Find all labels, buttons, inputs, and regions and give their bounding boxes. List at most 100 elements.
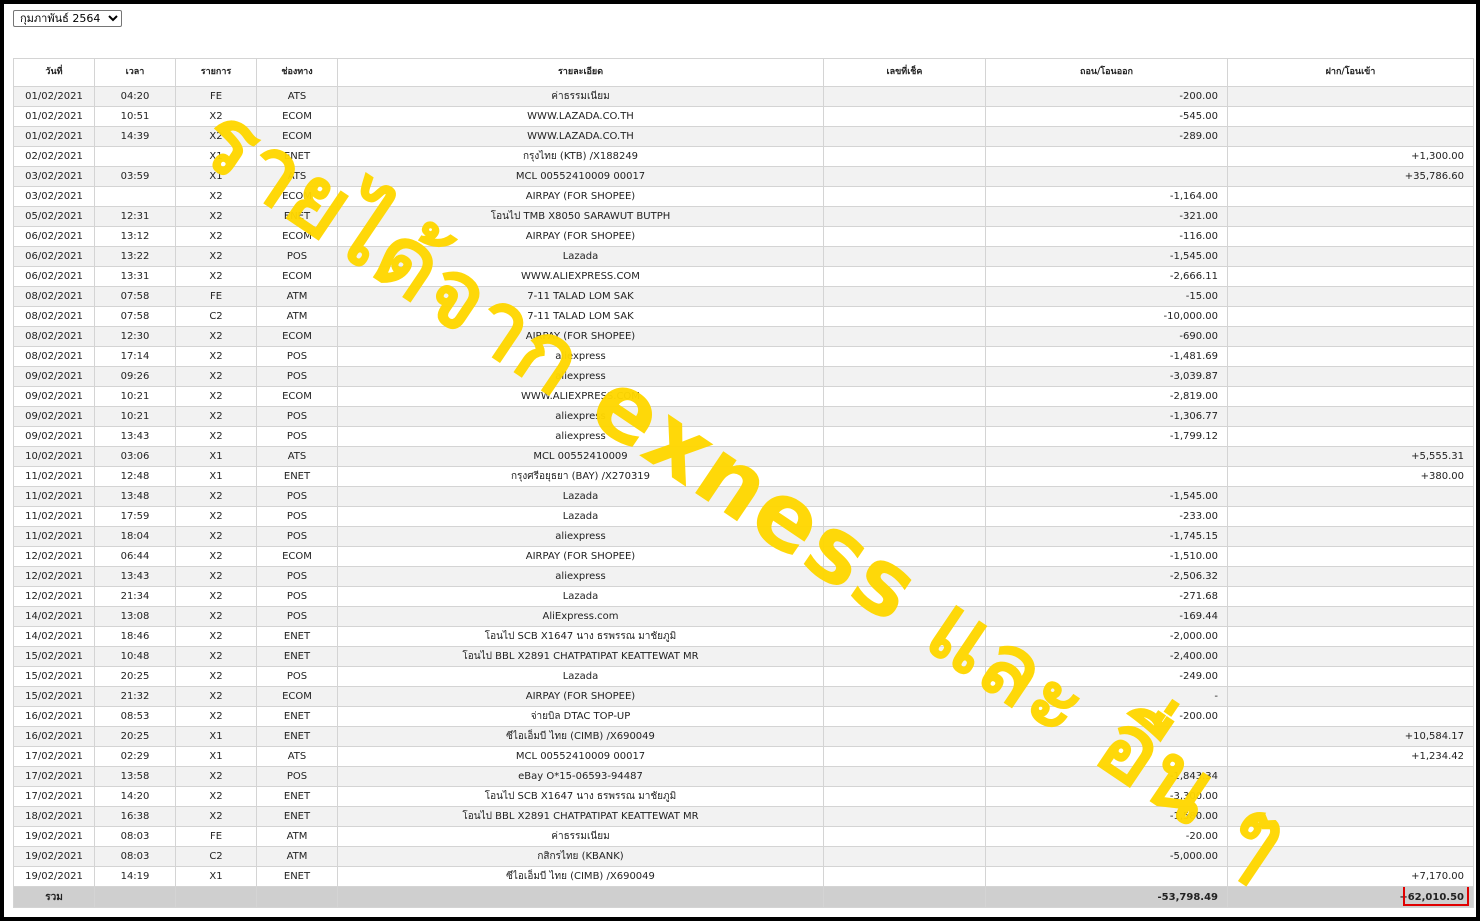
row-code: X2 [175, 546, 257, 567]
row-deposit [1227, 666, 1474, 687]
row-cheque [823, 86, 986, 107]
totals-label: รวม [13, 886, 95, 908]
row-channel: ENET [256, 466, 338, 487]
row-code: C2 [175, 846, 257, 867]
row-date: 18/02/2021 [13, 806, 95, 827]
row-detail: โอนไป SCB X1647 นาง ธรพรรณ มาชัยภูมิ [337, 626, 824, 647]
row-deposit [1227, 186, 1474, 207]
row-channel: ENET [256, 726, 338, 747]
row-time: 21:32 [94, 686, 176, 707]
row-channel: ENET [256, 646, 338, 667]
row-code: X2 [175, 786, 257, 807]
row-deposit [1227, 566, 1474, 587]
row-cheque [823, 546, 986, 567]
row-code: X2 [175, 386, 257, 407]
row-channel: POS [256, 606, 338, 627]
row-deposit [1227, 286, 1474, 307]
table-row: 10/02/2021 03:06 X1 ATS MCL 00552410009 +5,55… [13, 446, 1474, 467]
row-withdrawal: -15.00 [985, 286, 1228, 307]
row-detail: MCL 00552410009 00017 [337, 166, 824, 187]
row-detail: aliexpress [337, 346, 824, 367]
row-withdrawal [985, 166, 1228, 187]
month-select[interactable]: กุมภาพันธ์ 2564 [13, 10, 122, 27]
row-date: 14/02/2021 [13, 606, 95, 627]
row-withdrawal [985, 746, 1228, 767]
row-date: 10/02/2021 [13, 446, 95, 467]
row-time: 10:21 [94, 386, 176, 407]
row-date: 01/02/2021 [13, 86, 95, 107]
row-channel: ECOM [256, 186, 338, 207]
row-channel: POS [256, 506, 338, 527]
table-row: 18/02/2021 16:38 X2 ENET โอนไป BBL X2891 CHA… [13, 806, 1474, 827]
row-date: 01/02/2021 [13, 126, 95, 147]
row-date: 11/02/2021 [13, 526, 95, 547]
row-deposit [1227, 386, 1474, 407]
table-row: 15/02/2021 10:48 X2 ENET โอนไป BBL X2891 CHA… [13, 646, 1474, 667]
row-cheque [823, 126, 986, 147]
row-cheque [823, 206, 986, 227]
row-date: 08/02/2021 [13, 306, 95, 327]
row-time: 02:29 [94, 746, 176, 767]
row-cheque [823, 106, 986, 127]
row-deposit [1227, 786, 1474, 807]
row-time: 13:22 [94, 246, 176, 267]
statement-page: กุมภาพันธ์ 2564 วันที่ เวลา รายการ ช่องท… [4, 4, 1476, 917]
totals-empty [823, 886, 986, 908]
row-deposit [1227, 306, 1474, 327]
totals-row: รวม -53,798.49 +62,010.50 [13, 886, 1474, 908]
row-detail: AIRPAY (FOR SHOPEE) [337, 546, 824, 567]
row-detail: Lazada [337, 506, 824, 527]
row-time: 09:26 [94, 366, 176, 387]
row-date: 19/02/2021 [13, 866, 95, 887]
row-cheque [823, 186, 986, 207]
row-time: 08:03 [94, 826, 176, 847]
row-code: X2 [175, 426, 257, 447]
row-channel: ATS [256, 746, 338, 767]
row-time: 12:48 [94, 466, 176, 487]
row-channel: POS [256, 566, 338, 587]
row-detail: WWW.LAZADA.CO.TH [337, 126, 824, 147]
row-code: X2 [175, 666, 257, 687]
row-time: 04:20 [94, 86, 176, 107]
table-row: 03/02/2021 X2 ECOM AIRPAY (FOR SHOPEE) -1,16… [13, 186, 1474, 207]
row-withdrawal: -1,164.00 [985, 186, 1228, 207]
row-deposit [1227, 806, 1474, 827]
row-time: 07:58 [94, 286, 176, 307]
col-header-deposit: ฝาก/โอนเข้า [1227, 58, 1474, 87]
row-channel: ECOM [256, 546, 338, 567]
row-time: 18:04 [94, 526, 176, 547]
row-time: 12:31 [94, 206, 176, 227]
row-withdrawal: -200.00 [985, 86, 1228, 107]
row-time: 17:14 [94, 346, 176, 367]
row-date: 11/02/2021 [13, 466, 95, 487]
row-withdrawal: -116.00 [985, 226, 1228, 247]
table-row: 08/02/2021 17:14 X2 POS aliexpress -1,481.69 [13, 346, 1474, 367]
row-deposit [1227, 846, 1474, 867]
row-date: 03/02/2021 [13, 186, 95, 207]
row-withdrawal: -289.00 [985, 126, 1228, 147]
table-row: 15/02/2021 20:25 X2 POS Lazada -249.00 [13, 666, 1474, 687]
row-code: X2 [175, 226, 257, 247]
row-code: X2 [175, 186, 257, 207]
row-deposit [1227, 586, 1474, 607]
col-header-cheque: เลขที่เช็ค [823, 58, 986, 87]
row-withdrawal: -249.00 [985, 666, 1228, 687]
row-withdrawal: -20.00 [985, 826, 1228, 847]
row-code: C2 [175, 306, 257, 327]
row-date: 01/02/2021 [13, 106, 95, 127]
row-date: 15/02/2021 [13, 666, 95, 687]
row-detail: ค่าธรรมเนียม [337, 826, 824, 847]
row-detail: ค่าธรรมเนียม [337, 86, 824, 107]
row-cheque [823, 266, 986, 287]
row-cheque [823, 726, 986, 747]
row-deposit: +5,555.31 [1227, 446, 1474, 467]
row-detail: aliexpress [337, 406, 824, 427]
row-detail: aliexpress [337, 526, 824, 547]
col-header-date: วันที่ [13, 58, 95, 87]
row-deposit [1227, 346, 1474, 367]
row-time: 08:53 [94, 706, 176, 727]
row-code: X2 [175, 406, 257, 427]
row-withdrawal: -1,481.69 [985, 346, 1228, 367]
row-channel: ENET [256, 706, 338, 727]
row-date: 16/02/2021 [13, 706, 95, 727]
